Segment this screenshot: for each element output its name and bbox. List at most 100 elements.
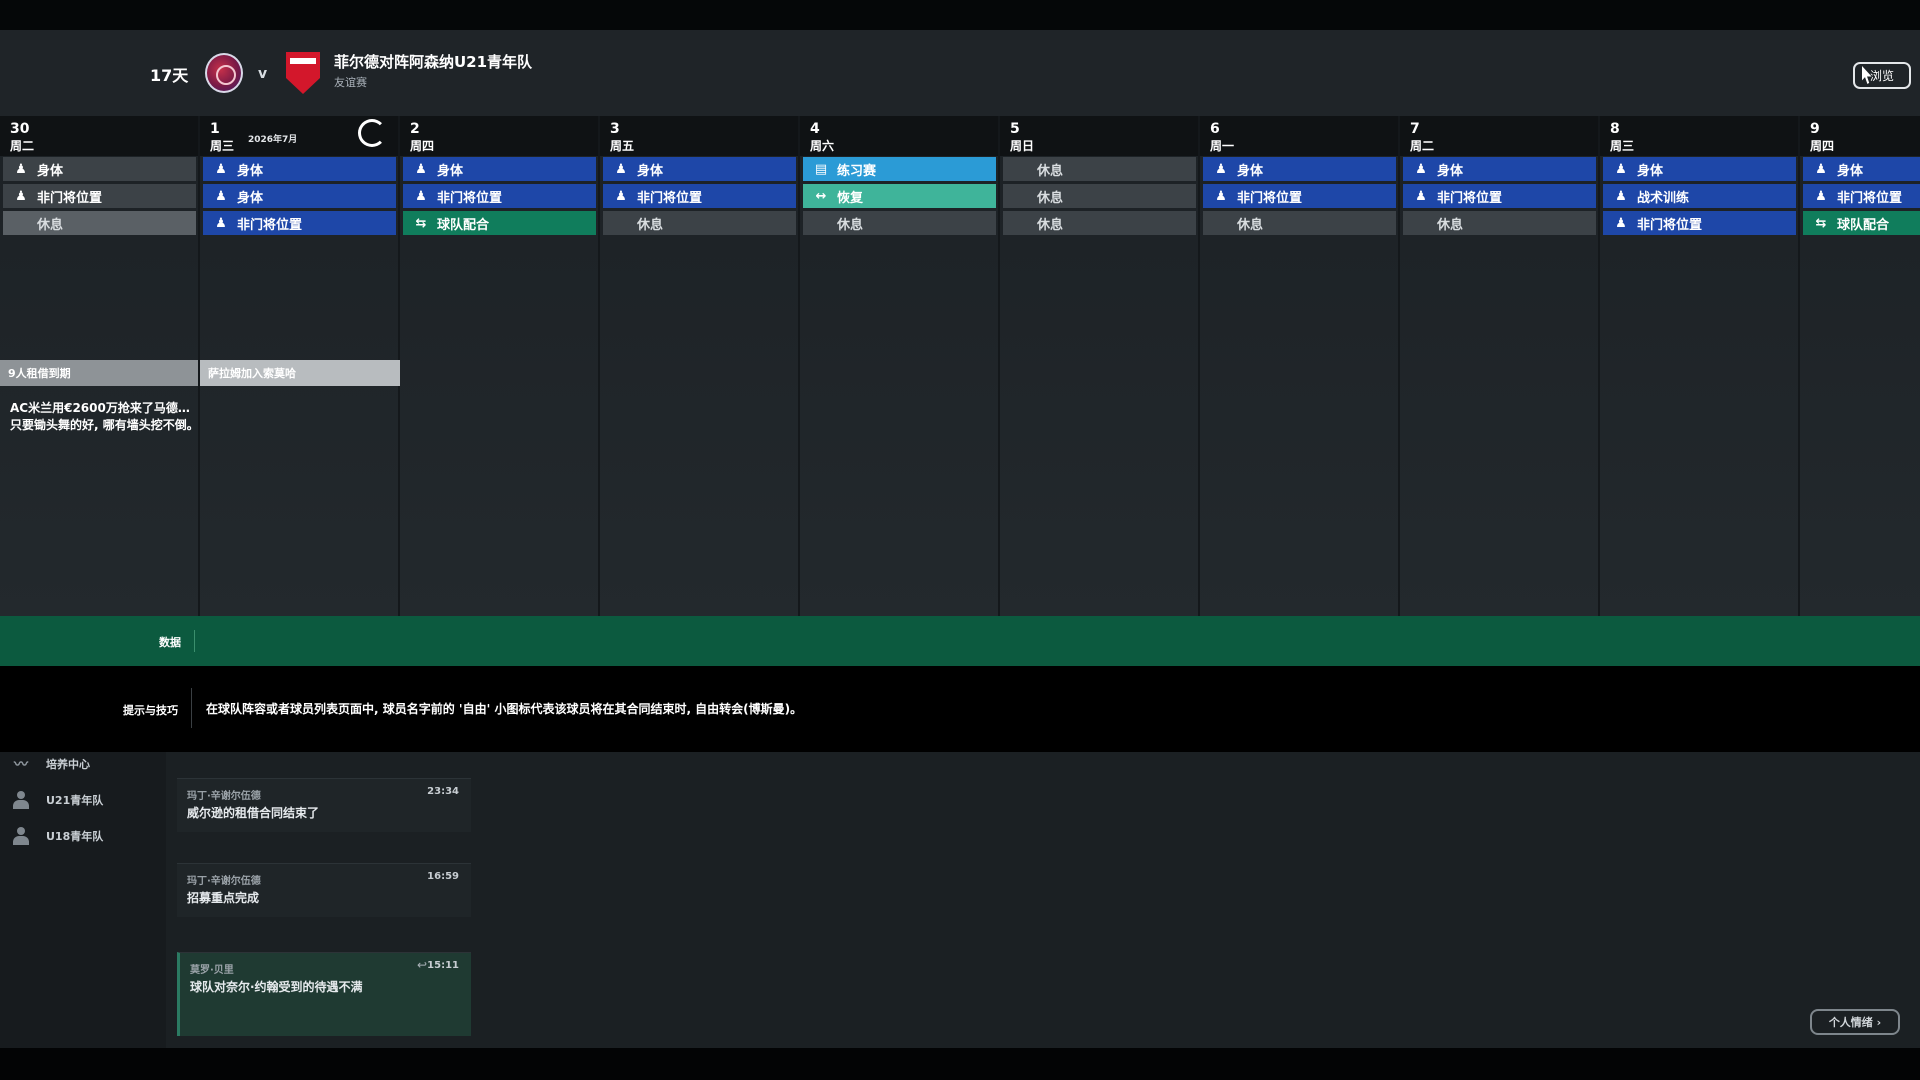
person-icon: ♟ bbox=[1815, 188, 1827, 204]
training-session[interactable]: ♟ 非门将位置 bbox=[1803, 184, 1920, 208]
day-number: 1 bbox=[210, 121, 220, 137]
calendar-day[interactable]: 4 周六 ▤ 练习赛 ↔ 恢复 休息 bbox=[800, 116, 998, 616]
rest-session[interactable]: 休息 bbox=[803, 211, 996, 235]
rest-session[interactable]: 休息 bbox=[603, 211, 796, 235]
rest-session[interactable]: 休息 bbox=[1003, 211, 1196, 235]
training-session[interactable]: ⇆ 球队配合 bbox=[403, 211, 596, 235]
day-header: 3 周五 bbox=[600, 116, 798, 156]
training-session[interactable]: ♟ 非门将位置 bbox=[1603, 211, 1796, 235]
day-number: 8 bbox=[1610, 121, 1620, 137]
day-header: 9 周四 bbox=[1800, 116, 1920, 156]
person-icon: ♟ bbox=[1615, 188, 1627, 204]
person-icon: ♟ bbox=[1615, 215, 1627, 231]
days-until-match: 17天 bbox=[150, 66, 189, 85]
personal-mood-button[interactable]: 个人情绪 › bbox=[1810, 1009, 1900, 1035]
divider bbox=[194, 630, 195, 652]
day-number: 30 bbox=[10, 121, 30, 137]
day-header: 30 周二 bbox=[0, 116, 198, 156]
tips-text: 在球队阵容或者球员列表页面中, 球员名字前的 '自由' 小图标代表该球员将在其合… bbox=[206, 702, 803, 716]
calendar-day[interactable]: 9 周四 ♟ 身体 ♟ 非门将位置 ⇆ 球队配合 bbox=[1800, 116, 1920, 616]
inbox-message[interactable]: 玛丁·辛谢尔伍德 16:59 招募重点完成 bbox=[177, 863, 471, 917]
calendar-day[interactable]: 2 周四 ♟ 身体 ♟ 非门将位置 ⇆ 球队配合 bbox=[400, 116, 598, 616]
training-session[interactable]: ♟ 身体 bbox=[3, 157, 196, 181]
browse-button[interactable]: 浏览 bbox=[1853, 62, 1911, 89]
sidebar-item-u21[interactable]: U21青年队 bbox=[10, 787, 103, 813]
message-subject: 招募重点完成 bbox=[187, 891, 260, 905]
sidebar-item-u18[interactable]: U18青年队 bbox=[10, 823, 103, 849]
training-session[interactable]: ♟ 非门将位置 bbox=[403, 184, 596, 208]
inbox-message-selected[interactable]: 莫罗·贝里 ↩ 15:11 球队对奈尔·约翰受到的待遇不满 bbox=[177, 952, 471, 1036]
person-icon: ♟ bbox=[215, 188, 227, 204]
calendar-event[interactable]: 萨拉姆加入索莫哈 bbox=[200, 360, 400, 386]
rest-session[interactable]: 休息 bbox=[3, 211, 196, 235]
team-icon bbox=[10, 791, 32, 809]
day-weekday: 周三 bbox=[210, 139, 235, 153]
calendar-day[interactable]: 6 周一 ♟ 身体 ♟ 非门将位置 休息 bbox=[1200, 116, 1398, 616]
data-label[interactable]: 数据 bbox=[159, 634, 181, 650]
message-time: 16:59 bbox=[427, 871, 459, 882]
team-icon bbox=[10, 827, 32, 845]
sidebar-item-development-centre[interactable]: 〰 培养中心 bbox=[10, 751, 90, 777]
day-header: 1 周三 2026年7月 bbox=[200, 116, 398, 156]
training-session[interactable]: ♟ 身体 bbox=[1403, 157, 1596, 181]
person-icon: ♟ bbox=[415, 161, 427, 177]
team-play-icon: ⇆ bbox=[1815, 215, 1827, 231]
inbox-message[interactable]: 玛丁·辛谢尔伍德 23:34 威尔逊的租借合同结束了 bbox=[177, 778, 471, 832]
person-icon: ♟ bbox=[1415, 161, 1427, 177]
training-session[interactable]: ♟ 非门将位置 bbox=[1403, 184, 1596, 208]
person-icon: ♟ bbox=[615, 161, 627, 177]
training-session[interactable]: ⇆ 球队配合 bbox=[1803, 211, 1920, 235]
training-session[interactable]: ♟ 身体 bbox=[1603, 157, 1796, 181]
calendar-day[interactable]: 3 周五 ♟ 身体 ♟ 非门将位置 休息 bbox=[600, 116, 798, 616]
bottom-black-bar bbox=[0, 1048, 1920, 1080]
message-subject: 球队对奈尔·约翰受到的待遇不满 bbox=[190, 980, 363, 994]
training-session[interactable]: ♟ 身体 bbox=[603, 157, 796, 181]
day-weekday: 周二 bbox=[10, 139, 35, 153]
news-headline[interactable]: AC米兰用€2600万抢来了马德… 只要锄头舞的好, 哪有墙头挖不倒。 bbox=[10, 400, 200, 434]
day-header: 5 周日 bbox=[1000, 116, 1198, 156]
match-practice-session[interactable]: ▤ 练习赛 bbox=[803, 157, 996, 181]
day-number: 3 bbox=[610, 121, 620, 137]
match-sheet-icon: ▤ bbox=[814, 161, 828, 177]
message-sender: 玛丁·辛谢尔伍德 bbox=[187, 791, 261, 802]
person-icon: ♟ bbox=[1815, 161, 1827, 177]
message-sender: 玛丁·辛谢尔伍德 bbox=[187, 876, 261, 887]
training-session[interactable]: ♟ 非门将位置 bbox=[1203, 184, 1396, 208]
training-session[interactable]: ♟ 身体 bbox=[403, 157, 596, 181]
training-session[interactable]: ♟ 身体 bbox=[203, 157, 396, 181]
training-session[interactable]: ♟ 身体 bbox=[1203, 157, 1396, 181]
day-weekday: 周四 bbox=[1810, 139, 1835, 153]
person-icon: ♟ bbox=[15, 188, 27, 204]
day-header: 4 周六 bbox=[800, 116, 998, 156]
day-weekday: 周六 bbox=[810, 139, 835, 153]
person-icon: ♟ bbox=[1415, 188, 1427, 204]
person-icon: ♟ bbox=[215, 215, 227, 231]
calendar-day[interactable]: 5 周日 休息 休息 休息 bbox=[1000, 116, 1198, 616]
match-title[interactable]: 菲尔德对阵阿森纳U21青年队 bbox=[334, 51, 532, 72]
day-number: 6 bbox=[1210, 121, 1220, 137]
month-label: 2026年7月 bbox=[248, 135, 298, 145]
message-time: 15:11 bbox=[427, 960, 459, 971]
rest-session[interactable]: 休息 bbox=[1003, 184, 1196, 208]
calendar-day[interactable]: 8 周三 ♟ 身体 ♟ 战术训练 ♟ 非门将位置 bbox=[1600, 116, 1798, 616]
calendar-day[interactable]: 7 周二 ♟ 身体 ♟ 非门将位置 休息 bbox=[1400, 116, 1598, 616]
rest-session[interactable]: 休息 bbox=[1403, 211, 1596, 235]
day-number: 4 bbox=[810, 121, 820, 137]
training-session[interactable]: ♟ 战术训练 bbox=[1603, 184, 1796, 208]
rest-session[interactable]: 休息 bbox=[1003, 157, 1196, 181]
day-weekday: 周五 bbox=[610, 139, 635, 153]
calendar-event[interactable]: 9人租借到期 bbox=[0, 360, 198, 386]
rest-session[interactable]: 休息 bbox=[1203, 211, 1396, 235]
recovery-icon: ↔ bbox=[815, 188, 827, 204]
day-number: 5 bbox=[1010, 121, 1020, 137]
home-club-crest[interactable] bbox=[205, 53, 243, 93]
training-session[interactable]: ♟ 非门将位置 bbox=[203, 211, 396, 235]
training-session[interactable]: ♟ 身体 bbox=[203, 184, 396, 208]
training-session[interactable]: ♟ 非门将位置 bbox=[3, 184, 196, 208]
data-bar bbox=[0, 616, 1920, 666]
recovery-session[interactable]: ↔ 恢复 bbox=[803, 184, 996, 208]
training-session[interactable]: ♟ 身体 bbox=[1803, 157, 1920, 181]
training-session[interactable]: ♟ 非门将位置 bbox=[603, 184, 796, 208]
day-header: 7 周二 bbox=[1400, 116, 1598, 156]
message-time: 23:34 bbox=[427, 786, 459, 797]
